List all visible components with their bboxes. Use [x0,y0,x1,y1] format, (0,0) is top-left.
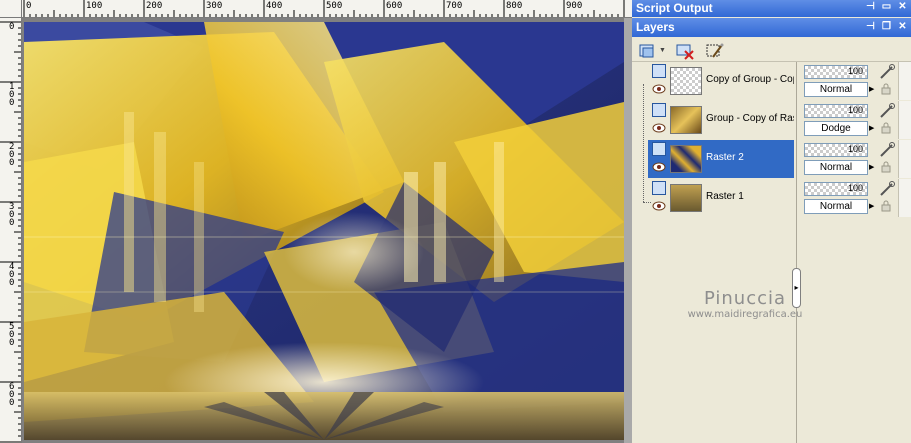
opacity-value: 100 [847,66,863,76]
pin-icon[interactable]: ⊣ [864,21,877,34]
layer-properties-column: 100 Normal ▶ 100 Dodge ▶ 100 Normal ▶ 100 Normal ▶ [804,62,911,443]
ruler-left: 0 1 0 0 2 0 0 3 0 0 4 0 0 5 0 0 6 0 0 [0,18,22,443]
blend-mode-select[interactable]: Normal [804,160,868,175]
scrollbar[interactable] [898,179,911,217]
watermark-name: Pinuccia [703,288,787,309]
psp-workspace: 0 100 200 300 400 500 600 700 800 900 0 1 0 0 2 0 0… [0,0,911,443]
restore-icon[interactable]: ▭ [880,1,893,14]
layer-properties-row: 100 Normal ▶ [804,179,911,217]
layer-row[interactable]: Copy of Group - Cop [648,62,794,100]
eye-icon[interactable] [652,84,666,94]
layer-thumbnail [670,67,702,95]
blend-mode-select[interactable]: Normal [804,82,868,97]
ruler-label: 0 [9,22,15,32]
layer-name: Raster 2 [706,152,744,163]
chevron-right-icon[interactable]: ▶ [869,199,877,214]
ruler-label: 5 0 0 [9,322,15,348]
docked-panels: Script Output ⊣ ▭ ✕ Layers ⊣ ❐ ✕ ▼ Copy … [632,0,911,443]
brush-icon[interactable] [878,142,896,158]
layer-thumbnail [670,145,702,173]
chevron-down-icon[interactable]: ▼ [658,41,666,59]
lock-icon[interactable] [880,161,892,173]
ruler-label: 300 [206,1,223,11]
script-output-title: Script Output [636,1,713,15]
layer-name: Copy of Group - Cop [706,74,794,85]
close-icon[interactable]: ✕ [896,1,909,14]
layer-raster-icon[interactable] [652,142,666,156]
panel-divider[interactable] [796,62,804,443]
close-icon[interactable]: ✕ [896,21,909,34]
tree-connector [643,84,644,202]
eye-icon[interactable] [652,162,666,172]
layer-row[interactable]: Raster 1 [648,179,794,217]
ruler-label: 0 [26,1,32,11]
lock-icon[interactable] [880,200,892,212]
brush-icon[interactable] [878,64,896,80]
scrollbar[interactable] [898,140,911,178]
layer-thumbnail [670,184,702,212]
watermark: Pinuccia www.maidiregrafica.eu [680,288,810,320]
layer-properties-row: 100 Normal ▶ [804,140,911,178]
eye-icon[interactable] [652,123,666,133]
layer-name: Raster 1 [706,191,744,202]
layer-properties-row: 100 Dodge ▶ [804,101,911,139]
layers-titlebar[interactable]: Layers ⊣ ❐ ✕ [632,18,911,37]
ruler-label: 100 [86,1,103,11]
opacity-value: 100 [847,183,863,193]
ruler-label: 900 [566,1,583,11]
ruler-corner [0,0,22,18]
layer-tree: Copy of Group - Cop Group - Copy of Rast R… [636,62,796,443]
script-output-titlebar[interactable]: Script Output ⊣ ▭ ✕ [632,0,911,17]
layers-toolbar: ▼ [632,38,911,62]
canvas-gutter [624,18,632,443]
scrollbar[interactable] [898,62,911,100]
blend-mode-select[interactable]: Dodge [804,121,868,136]
ruler-label: 600 [386,1,403,11]
opacity-value: 100 [847,144,863,154]
delete-layer-icon[interactable] [674,41,696,60]
layer-group-icon[interactable] [652,64,666,78]
layer-row[interactable]: Group - Copy of Rast [648,101,794,139]
restore-icon[interactable]: ❐ [880,21,893,34]
layer-properties-icon[interactable] [704,41,726,59]
chevron-right-icon[interactable]: ▶ [869,160,877,175]
lock-icon[interactable] [880,122,892,134]
layer-properties-row: 100 Normal ▶ [804,62,911,100]
opacity-value: 100 [847,105,863,115]
ruler-label: 6 0 0 [9,382,15,408]
layers-title: Layers [636,20,675,34]
layer-group-icon[interactable] [652,103,666,117]
ruler-top: 0 100 200 300 400 500 600 700 800 900 [22,0,632,18]
ruler-label: 4 0 0 [9,262,15,288]
layer-name: Group - Copy of Rast [706,113,794,124]
ruler-label: 1 0 0 [9,82,15,108]
pin-icon[interactable]: ⊣ [864,1,877,14]
ruler-label: 800 [506,1,523,11]
eye-icon[interactable] [652,201,666,211]
scrollbar[interactable] [898,101,911,139]
layer-raster-icon[interactable] [652,181,666,195]
opacity-slider[interactable]: 100 [804,182,868,196]
ruler-label: 700 [446,1,463,11]
brush-icon[interactable] [878,103,896,119]
layer-thumbnail [670,106,702,134]
ruler-label: 500 [326,1,343,11]
ruler-label: 2 0 0 [9,142,15,168]
blend-mode-select[interactable]: Normal [804,199,868,214]
lock-icon[interactable] [880,83,892,95]
chevron-right-icon[interactable]: ▶ [869,121,877,136]
ruler-label: 400 [266,1,283,11]
ruler-label: 200 [146,1,163,11]
image-canvas[interactable] [24,22,624,440]
layer-row[interactable]: Raster 2 [648,140,794,178]
opacity-slider[interactable]: 100 [804,143,868,157]
brush-icon[interactable] [878,181,896,197]
watermark-url: www.maidiregrafica.eu [687,309,803,320]
ruler-label: 3 0 0 [9,202,15,228]
opacity-slider[interactable]: 100 [804,104,868,118]
canvas-pane: 0 100 200 300 400 500 600 700 800 900 0 1 0 0 2 0 0… [0,0,632,443]
chevron-right-icon[interactable]: ▶ [869,82,877,97]
opacity-slider[interactable]: 100 [804,65,868,79]
new-layer-icon[interactable] [636,41,658,59]
